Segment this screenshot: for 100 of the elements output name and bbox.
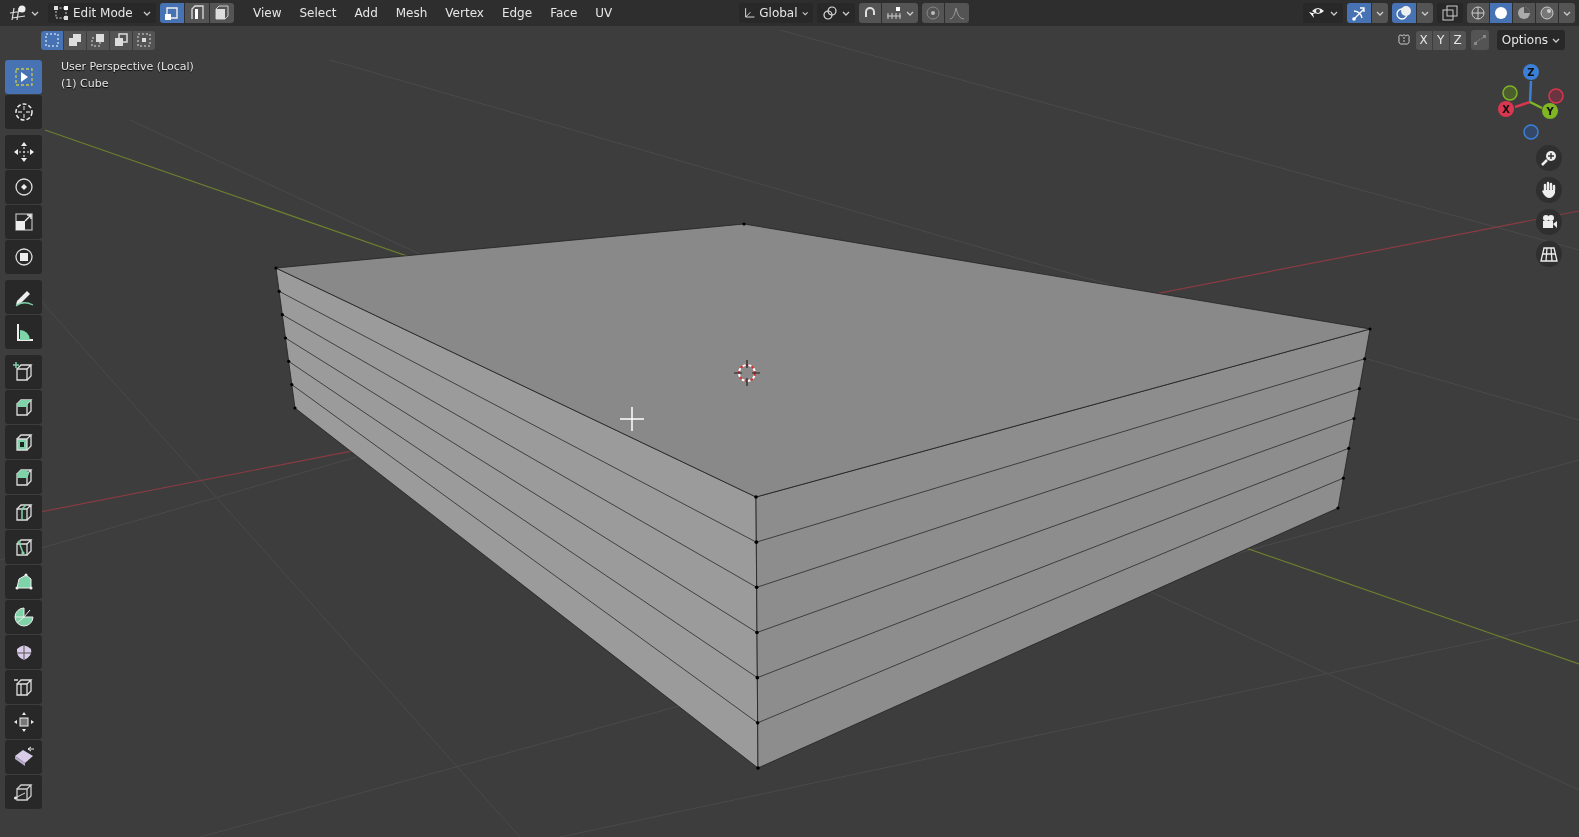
- tool-button[interactable]: [5, 425, 42, 459]
- shading-mode-button[interactable]: [1536, 3, 1558, 23]
- menu-item[interactable]: Edge: [492, 3, 542, 23]
- new-selection-icon: [45, 33, 59, 47]
- tool-button[interactable]: [5, 565, 42, 599]
- edit-mode-icon: [53, 5, 69, 21]
- linked-circles-icon: [822, 5, 838, 21]
- caret-icon: [801, 10, 808, 16]
- z-axis-handle[interactable]: Z: [1523, 64, 1539, 80]
- tool-button[interactable]: [5, 670, 42, 704]
- xray-toggle[interactable]: [1437, 3, 1463, 23]
- snap-toggle[interactable]: [859, 3, 881, 23]
- falloff-curve-icon: [949, 6, 965, 20]
- cursor-target-icon: [12, 101, 35, 123]
- spin-icon: [12, 606, 35, 628]
- material-sphere-icon: [1517, 6, 1531, 20]
- tool-button[interactable]: [5, 635, 42, 669]
- solid-sphere-icon: [1494, 6, 1508, 20]
- select-mode-button[interactable]: [185, 3, 209, 23]
- y-axis-handle[interactable]: Y: [1542, 103, 1558, 119]
- visibility-dropdown[interactable]: [1303, 3, 1343, 23]
- caret-icon: [1563, 10, 1571, 16]
- grid-plane-icon: [1540, 245, 1558, 263]
- mirror-axis-button[interactable]: Z: [1449, 30, 1466, 50]
- caret-icon: [906, 10, 914, 16]
- tool-button[interactable]: [5, 315, 42, 349]
- transform-icon: [12, 246, 35, 268]
- camera-view-button[interactable]: [1536, 209, 1562, 235]
- wireframe-sphere-icon: [1471, 6, 1485, 20]
- pivot-dropdown[interactable]: [817, 3, 855, 23]
- rendered-sphere-icon: [1540, 6, 1554, 20]
- box-mode-button[interactable]: [41, 30, 63, 50]
- subtract-selection-icon: [91, 33, 105, 47]
- tool-button[interactable]: [5, 95, 42, 129]
- tool-button[interactable]: [5, 495, 42, 529]
- eye-pointer-icon: [1308, 6, 1326, 20]
- overlay-toggle[interactable]: [1392, 3, 1416, 23]
- tool-button[interactable]: [5, 530, 42, 564]
- tool-button[interactable]: [5, 460, 42, 494]
- to-sphere-icon: [12, 781, 35, 803]
- tool-button[interactable]: [5, 205, 42, 239]
- proportional-edit-toggle[interactable]: [922, 3, 944, 23]
- menu-item[interactable]: Vertex: [436, 3, 493, 23]
- 3d-cursor-icon: [733, 359, 761, 387]
- select-box-icon: [12, 66, 35, 88]
- tool-button[interactable]: [5, 280, 42, 314]
- options-dropdown[interactable]: Options: [1496, 30, 1565, 50]
- pan-button[interactable]: [1536, 177, 1562, 203]
- caret-icon: [1376, 10, 1384, 16]
- menu-item[interactable]: Mesh: [386, 3, 437, 23]
- gizmo-dropdown[interactable]: [1372, 3, 1388, 23]
- zoom-button[interactable]: [1536, 145, 1562, 171]
- orientation-dropdown[interactable]: Global: [739, 3, 813, 23]
- box-mode-button[interactable]: [87, 30, 109, 50]
- auto-merge-toggle[interactable]: [1470, 30, 1489, 50]
- menu-item[interactable]: Add: [345, 3, 387, 23]
- box-mode-button[interactable]: [64, 30, 86, 50]
- tool-button[interactable]: [5, 740, 42, 774]
- camera-icon: [1540, 213, 1558, 231]
- tool-button[interactable]: [5, 705, 42, 739]
- snap-target-dropdown[interactable]: [882, 3, 918, 23]
- add-cube-icon: [12, 361, 35, 383]
- select-mode-button[interactable]: [210, 3, 234, 23]
- shading-dropdown[interactable]: [1559, 3, 1575, 23]
- tool-button[interactable]: [5, 240, 42, 274]
- menu-item[interactable]: View: [244, 3, 291, 23]
- gizmo-toggle[interactable]: [1347, 3, 1371, 23]
- overlay-dropdown[interactable]: [1417, 3, 1433, 23]
- box-mode-button[interactable]: [110, 30, 132, 50]
- tool-button[interactable]: [5, 600, 42, 634]
- merge-vertices-icon: [1472, 33, 1487, 47]
- hand-icon: [1540, 181, 1558, 199]
- edge-mode-icon: [189, 5, 205, 21]
- mode-dropdown[interactable]: Edit Mode: [48, 3, 156, 23]
- invert-selection-icon: [114, 33, 128, 47]
- menu-item[interactable]: Face: [541, 3, 587, 23]
- x-axis-handle[interactable]: X: [1498, 101, 1514, 117]
- tool-button[interactable]: [5, 170, 42, 204]
- box-mode-button[interactable]: [133, 30, 155, 50]
- target-dot-icon: [926, 6, 940, 20]
- shading-mode-button[interactable]: [1490, 3, 1512, 23]
- menu-item[interactable]: UV: [586, 3, 622, 23]
- ortho-toggle-button[interactable]: [1536, 241, 1562, 267]
- mirror-axis-button[interactable]: Y: [1432, 30, 1449, 50]
- tool-button[interactable]: [5, 135, 42, 169]
- caret-icon: [842, 10, 850, 16]
- select-mode-button[interactable]: [160, 3, 184, 23]
- axes-icon: [744, 6, 756, 20]
- butterfly-mirror-icon[interactable]: [1396, 33, 1411, 47]
- shrink-fatten-icon: [12, 711, 35, 733]
- face-mode-icon: [214, 5, 230, 21]
- navigation-gizmo-drawing[interactable]: [1502, 80, 1564, 140]
- shading-mode-button[interactable]: [1513, 3, 1535, 23]
- menu-item[interactable]: Select: [290, 3, 346, 23]
- mirror-axis-button[interactable]: X: [1415, 30, 1432, 50]
- tool-button[interactable]: [5, 775, 42, 809]
- tool-button[interactable]: [5, 390, 42, 424]
- shading-mode-button[interactable]: [1467, 3, 1489, 23]
- magnet-icon: [863, 6, 877, 20]
- tool-button[interactable]: [5, 355, 42, 389]
